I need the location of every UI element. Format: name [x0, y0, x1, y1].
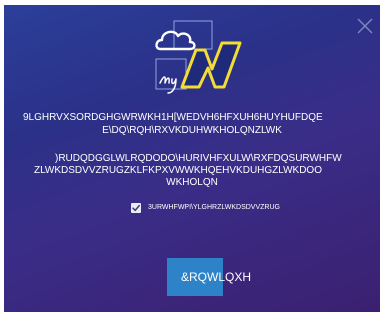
password-protect-label: 3URWHFWPI\YLGHRZLWKDSDVVZRUG [148, 204, 280, 211]
close-icon [357, 18, 373, 34]
password-protect-option[interactable]: 3URWHFWPI\YLGHRZLWKDSDVVZRUG [131, 201, 280, 215]
checkmark-icon [132, 204, 140, 212]
info-text-line-1: )RUDQDGGLWLRQDODO\HURIVHFXULW\RXFDQSURWH… [55, 153, 342, 164]
mynortel-logo-icon [155, 20, 242, 94]
mynortel-logo [152, 19, 256, 107]
intro-text-line-2: E\DQ\RQH\RXVKDUHWKHOLQNZLWK [102, 125, 282, 136]
close-button[interactable] [354, 15, 376, 37]
password-protect-checkbox[interactable] [131, 203, 141, 213]
info-text-line-3: WKHOLQN [166, 177, 218, 188]
intro-text-line-1: 9LGHRVXSORDGHGWRWKH1H[WEDVH6HFXUH6HUYHUF… [23, 112, 323, 123]
share-dialog: 9LGHRVXSORDGHGWRWKH1H[WEDVH6HFXUH6HUYHUF… [4, 5, 380, 312]
info-text-line-2: ZLWKDSDVVZRUGZKLFKPXVWWKHQEHVKDUHGZLWKDO… [34, 165, 322, 176]
continue-button[interactable]: &RQWLQXH [167, 258, 251, 296]
continue-button-label: &RQWLQXH [181, 270, 252, 284]
